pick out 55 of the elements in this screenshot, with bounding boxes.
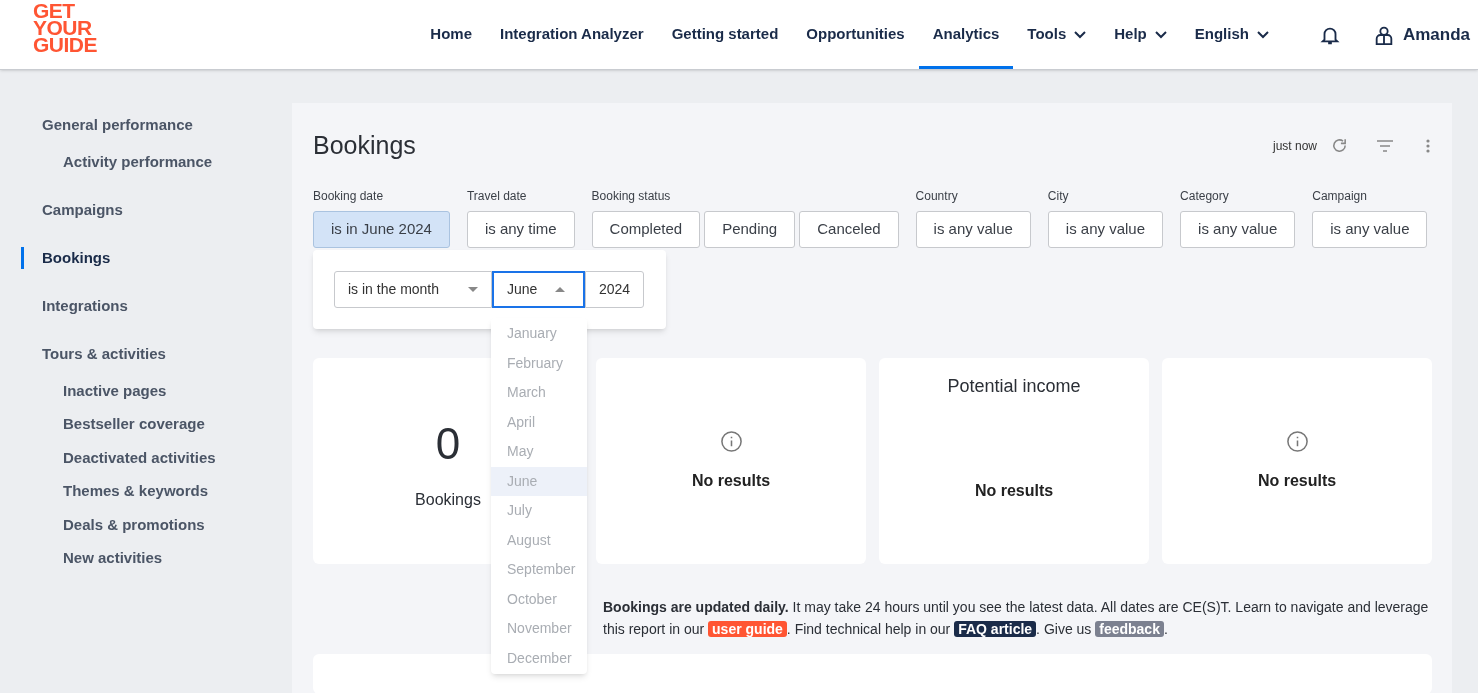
- status-option-button[interactable]: Pending: [704, 210, 796, 248]
- sidebar-subitem[interactable]: New activities: [0, 547, 292, 570]
- nav-link[interactable]: English: [1180, 0, 1283, 69]
- sidebar-item[interactable]: Tours & activities: [0, 343, 292, 365]
- nav-link[interactable]: Home: [416, 0, 486, 69]
- nav-link[interactable]: Getting started: [657, 0, 793, 69]
- user-name[interactable]: Amanda: [1402, 21, 1470, 48]
- sidebar-item[interactable]: General performance: [0, 114, 292, 136]
- filter-label: Category: [1180, 187, 1230, 203]
- filter-button[interactable]: is any value: [1180, 210, 1296, 248]
- filter-button[interactable]: is any value: [1047, 210, 1164, 248]
- filter-label: Booking date: [313, 187, 385, 203]
- sidebar-subitem[interactable]: Deactivated activities: [0, 447, 292, 469]
- sidebar-subitem[interactable]: Themes & keywords: [0, 480, 292, 503]
- filter-button[interactable]: is any time: [466, 210, 575, 248]
- no-results-text: No results: [974, 480, 1054, 501]
- nav-link[interactable]: Opportunities: [792, 0, 919, 69]
- sidebar-item[interactable]: Integrations: [0, 295, 292, 317]
- report-title: Bookings: [313, 130, 416, 161]
- nav-link[interactable]: Help: [1100, 0, 1181, 69]
- sidebar-item[interactable]: Campaigns: [0, 199, 292, 221]
- sidebar-subitem[interactable]: Activity performance: [0, 151, 292, 173]
- refresh-icon[interactable]: [1331, 137, 1348, 155]
- filter-label: City: [1047, 187, 1070, 203]
- no-results-text: No results: [1257, 470, 1337, 491]
- status-option-button[interactable]: Canceled: [799, 210, 899, 248]
- operator-select[interactable]: is in the month: [334, 271, 492, 308]
- filter-button[interactable]: is any value: [1312, 210, 1428, 248]
- sidebar-subitem[interactable]: Deals & promotions: [0, 514, 292, 536]
- sidebar-subitem[interactable]: Bestseller coverage: [0, 413, 292, 436]
- no-results-text: No results: [691, 470, 771, 491]
- dropdown-arrow-icon: [468, 287, 478, 292]
- metric-value: 0: [435, 421, 461, 466]
- metric-label: Bookings: [415, 489, 481, 510]
- info-note: Bookings are updated daily. It may take 24 hours until you see the latest data. All dates are CE(S)T. Learn to navigate and leverage this report in our user guide . Find technical help in our FAQ article . Give us feedback .: [603, 597, 1430, 639]
- month-select[interactable]: June: [492, 271, 585, 308]
- updated-time: just now: [1272, 137, 1317, 155]
- nav-link[interactable]: Integration Analyzer: [486, 0, 658, 69]
- sidebar-subitem[interactable]: Inactive pages: [0, 380, 292, 402]
- year-field[interactable]: 2024: [585, 271, 645, 308]
- filter-label: Travel date: [466, 187, 528, 203]
- nav-link[interactable]: Tools: [1013, 0, 1101, 69]
- filter-label: Country: [915, 187, 959, 203]
- note-link[interactable]: FAQ article: [954, 620, 1037, 637]
- note-link[interactable]: feedback: [1095, 620, 1164, 637]
- card-title: Potential income: [947, 374, 1081, 398]
- filter-button[interactable]: is in June 2024: [313, 210, 450, 248]
- filter-label: Campaign: [1312, 187, 1368, 203]
- dropdown-arrow-icon: [555, 287, 565, 292]
- status-option-button[interactable]: Completed: [591, 210, 701, 248]
- filter-label: Booking status: [591, 187, 672, 203]
- more-icon[interactable]: [1426, 138, 1430, 153]
- filter-icon[interactable]: [1376, 138, 1394, 153]
- filter-button[interactable]: is any value: [915, 210, 1031, 248]
- nav-link[interactable]: Analytics: [918, 0, 1014, 69]
